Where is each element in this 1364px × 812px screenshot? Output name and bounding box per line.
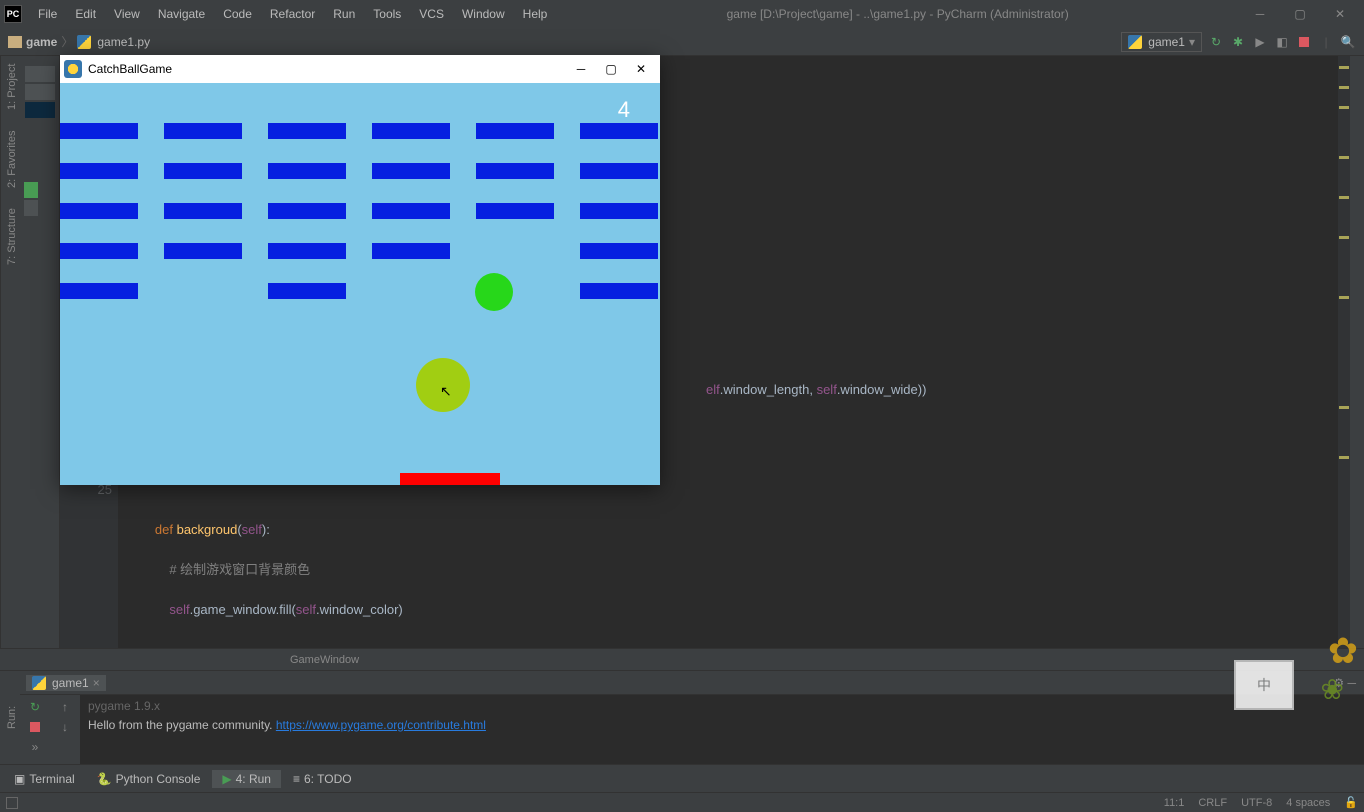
green-ball — [475, 273, 513, 311]
python-file-icon — [1128, 35, 1142, 49]
tab-todo[interactable]: ≡6: TODO — [283, 770, 362, 788]
breadcrumb-project[interactable]: game — [26, 35, 57, 49]
run-tool-window: Run: game1 × ⚙ ─ ↻ » ↑ ↓ pygame 1.9.x He… — [0, 670, 1364, 764]
more-button[interactable]: » — [27, 739, 43, 755]
window-close-button[interactable]: ✕ — [1320, 2, 1360, 26]
left-tool-strip: 7: Structure 2: Favorites 1: Project — [0, 56, 20, 648]
search-everywhere-button[interactable]: 🔍 — [1340, 34, 1356, 50]
status-bar: 11:1 CRLF UTF-8 4 spaces 🔓 — [0, 792, 1364, 812]
menu-navigate[interactable]: Navigate — [150, 5, 213, 23]
run-config-selector[interactable]: game1 ▾ — [1121, 32, 1202, 52]
chevron-down-icon: ▾ — [1189, 35, 1195, 49]
run-icon: ▶ — [222, 772, 231, 786]
indent-setting[interactable]: 4 spaces — [1286, 797, 1330, 809]
menu-view[interactable]: View — [106, 5, 148, 23]
menu-help[interactable]: Help — [515, 5, 556, 23]
debug-button[interactable]: ✱ — [1230, 34, 1246, 50]
run-button[interactable]: ↻ — [1208, 34, 1224, 50]
game-close-button[interactable]: ✕ — [626, 57, 656, 81]
project-panel-item[interactable] — [24, 182, 38, 198]
project-panel-item[interactable] — [25, 84, 55, 100]
nav-toolbar: game 〉 game1.py game1 ▾ ↻ ✱ ▶ ◧ | 🔍 — [0, 28, 1364, 56]
python-icon: 🐍 — [97, 772, 112, 786]
tab-run[interactable]: ▶4: Run — [212, 770, 281, 788]
stop-button[interactable] — [1296, 34, 1312, 50]
project-panel — [20, 56, 60, 648]
window-minimize-button[interactable]: ─ — [1240, 2, 1280, 26]
tool-project[interactable]: 1: Project — [3, 64, 18, 110]
caret-position[interactable]: 11:1 — [1164, 797, 1185, 809]
window-title: game [D:\Project\game] - ..\game1.py - P… — [555, 7, 1240, 21]
up-button[interactable]: ↑ — [57, 699, 73, 715]
run-label: Run: — [0, 671, 20, 764]
project-panel-item-selected[interactable] — [25, 102, 55, 118]
stop-button[interactable] — [27, 719, 43, 735]
rerun-button[interactable]: ↻ — [27, 699, 43, 715]
tab-python-console[interactable]: 🐍Python Console — [87, 770, 211, 788]
divider: | — [1318, 34, 1334, 50]
game-window[interactable]: CatchBallGame ─ ▢ ✕ 4 ↖ — [60, 55, 660, 485]
run-header: game1 × ⚙ ─ — [20, 671, 1364, 695]
game-minimize-button[interactable]: ─ — [566, 57, 596, 81]
game-maximize-button[interactable]: ▢ — [596, 57, 626, 81]
folder-icon — [8, 36, 22, 48]
lock-icon[interactable]: 🔓 — [1344, 796, 1358, 809]
error-stripe[interactable] — [1338, 56, 1350, 648]
tab-terminal[interactable]: ▣Terminal — [4, 770, 85, 788]
cursor-icon: ↖ — [440, 383, 452, 400]
run-tab[interactable]: game1 × — [26, 675, 106, 691]
status-icon[interactable] — [6, 797, 18, 809]
pygame-icon — [64, 60, 82, 78]
game-score: 4 — [618, 97, 630, 123]
todo-icon: ≡ — [293, 772, 300, 786]
game-title-bar[interactable]: CatchBallGame ─ ▢ ✕ — [60, 55, 660, 83]
breadcrumb-file[interactable]: game1.py — [97, 35, 150, 49]
game-title: CatchBallGame — [88, 62, 172, 76]
down-button[interactable]: ↓ — [57, 719, 73, 735]
menu-code[interactable]: Code — [215, 5, 260, 23]
project-panel-item[interactable] — [24, 200, 38, 216]
run-sidebar-2: ↑ ↓ — [50, 695, 80, 764]
title-bar: PC File Edit View Navigate Code Refactor… — [0, 0, 1364, 28]
bottom-tool-tabs: ▣Terminal 🐍Python Console ▶4: Run ≡6: TO… — [0, 764, 1364, 792]
project-panel-item[interactable] — [25, 66, 55, 82]
gear-icon[interactable]: ⚙ ─ — [1333, 676, 1356, 690]
menu-tools[interactable]: Tools — [365, 5, 409, 23]
menu-window[interactable]: Window — [454, 5, 513, 23]
file-encoding[interactable]: UTF-8 — [1241, 797, 1272, 809]
right-tool-strip — [1350, 56, 1364, 648]
python-file-icon — [77, 35, 91, 49]
tool-structure[interactable]: 7: Structure — [3, 208, 18, 265]
run-sidebar: ↻ » — [20, 695, 50, 764]
menu-edit[interactable]: Edit — [67, 5, 104, 23]
menu-run[interactable]: Run — [325, 5, 363, 23]
menu-vcs[interactable]: VCS — [411, 5, 452, 23]
run-config-name: game1 — [1148, 35, 1185, 49]
menu-file[interactable]: File — [30, 5, 65, 23]
breadcrumb-separator-icon: 〉 — [61, 33, 73, 50]
close-icon[interactable]: × — [93, 676, 100, 690]
line-separator[interactable]: CRLF — [1198, 797, 1227, 809]
coverage-button[interactable]: ▶ — [1252, 34, 1268, 50]
window-maximize-button[interactable]: ▢ — [1280, 2, 1320, 26]
breadcrumb: game 〉 game1.py — [26, 33, 150, 50]
menu-refactor[interactable]: Refactor — [262, 5, 323, 23]
tool-favorites[interactable]: 2: Favorites — [3, 130, 18, 187]
terminal-icon: ▣ — [14, 772, 25, 786]
paddle — [400, 473, 500, 485]
python-file-icon — [32, 676, 46, 690]
profile-button[interactable]: ◧ — [1274, 34, 1290, 50]
pycharm-logo-icon: PC — [4, 5, 22, 23]
menu-bar: File Edit View Navigate Code Refactor Ru… — [30, 5, 555, 23]
game-canvas[interactable]: 4 ↖ — [60, 83, 660, 485]
pygame-link[interactable]: https://www.pygame.org/contribute.html — [276, 718, 486, 732]
run-output[interactable]: pygame 1.9.x Hello from the pygame commu… — [80, 695, 1364, 764]
